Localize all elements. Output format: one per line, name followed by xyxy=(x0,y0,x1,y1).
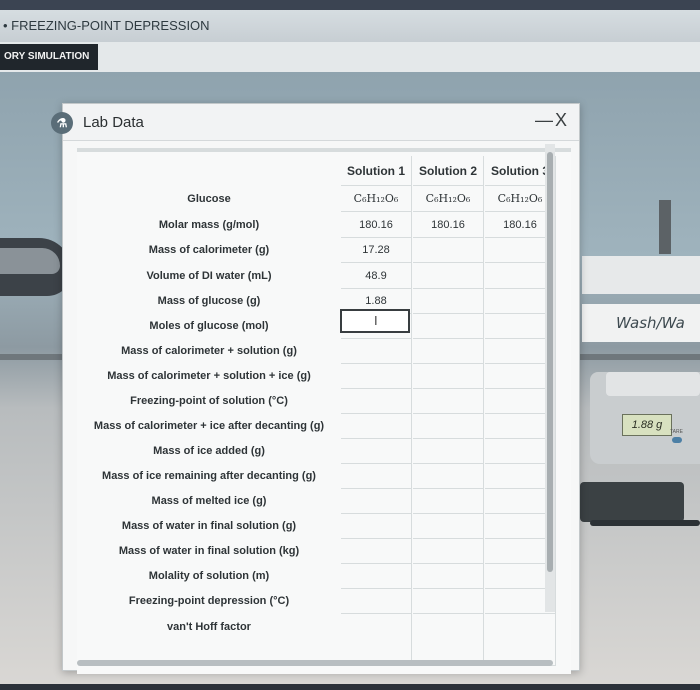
wash-label: Wash/Wa xyxy=(582,304,700,342)
page-title: • FREEZING-POINT DEPRESSION xyxy=(3,18,210,33)
row-label: Mass of water in final solution (g) xyxy=(121,520,297,532)
lab-data-table: Glucose Molar mass (g/mol) Mass of calorim… xyxy=(77,148,571,674)
row-label: Volume of DI water (mL) xyxy=(146,270,272,282)
row-label: Mass of ice remaining after decanting (g… xyxy=(102,470,316,482)
table-cell[interactable] xyxy=(413,439,484,464)
table-cell[interactable]: 180.16 xyxy=(413,212,484,238)
bottom-strip xyxy=(0,684,700,690)
table-cell[interactable] xyxy=(413,339,484,364)
table-cell[interactable] xyxy=(413,238,484,263)
simulation-label: ORY SIMULATION xyxy=(0,44,98,70)
table-cell[interactable] xyxy=(341,514,412,539)
row-label: Moles of glucose (mol) xyxy=(149,320,269,332)
table-cell[interactable]: 17.28 xyxy=(341,238,412,263)
table-cell[interactable]: 48.9 xyxy=(341,263,412,289)
row-label: Molality of solution (m) xyxy=(148,570,270,582)
table-cell[interactable] xyxy=(341,339,412,364)
table-cell[interactable] xyxy=(341,589,412,614)
row-label: Mass of calorimeter (g) xyxy=(148,244,270,256)
table-cell[interactable] xyxy=(413,589,484,614)
table-cell[interactable] xyxy=(341,464,412,489)
close-button[interactable]: X xyxy=(555,110,567,131)
table-cell[interactable] xyxy=(413,364,484,389)
row-label: van't Hoff factor xyxy=(167,621,251,633)
column-header: Solution 1 xyxy=(341,156,412,186)
window-title: Lab Data xyxy=(83,114,144,131)
table-cell[interactable] xyxy=(413,389,484,414)
row-label: Mass of water in final solution (kg) xyxy=(118,545,300,557)
row-label: Freezing-point depression (°C) xyxy=(128,595,290,607)
row-label: Molar mass (g/mol) xyxy=(158,219,260,231)
lab-data-window[interactable]: ⚗ Lab Data — X Glucose Molar mass (g/mol)… xyxy=(51,103,580,674)
table-cell[interactable] xyxy=(485,614,556,666)
horizontal-scrollbar[interactable] xyxy=(77,660,553,666)
table-cell[interactable] xyxy=(413,539,484,564)
row-label: Mass of calorimeter + ice after decantin… xyxy=(93,420,325,432)
table-cell[interactable] xyxy=(413,614,484,666)
ice-bowl-contents xyxy=(0,248,60,274)
row-label: Mass of ice added (g) xyxy=(153,445,265,457)
table-cell[interactable] xyxy=(413,289,484,314)
scale-display: 1.88 g xyxy=(622,414,672,436)
table-cell[interactable]: C₆H₁₂O₆ xyxy=(413,186,484,212)
scrollbar-thumb[interactable] xyxy=(547,152,553,572)
row-label: Mass of calorimeter + solution (g) xyxy=(121,345,297,357)
table-cell[interactable] xyxy=(413,564,484,589)
row-label: Glucose xyxy=(187,193,231,205)
table-cell[interactable]: C₆H₁₂O₆ xyxy=(341,186,412,212)
row-label: Mass of calorimeter + solution + ice (g) xyxy=(107,370,311,382)
table-cell[interactable] xyxy=(413,514,484,539)
column-header: Solution 2 xyxy=(413,156,484,186)
table-cell[interactable] xyxy=(341,414,412,439)
minimize-button[interactable]: — xyxy=(535,110,553,131)
hot-plate[interactable] xyxy=(580,482,684,522)
scale-plate[interactable] xyxy=(606,372,700,396)
table-cell[interactable] xyxy=(413,314,484,339)
table-cell[interactable] xyxy=(413,263,484,289)
table-cell[interactable] xyxy=(413,464,484,489)
window-header[interactable]: ⚗ Lab Data — X xyxy=(51,104,579,141)
flask-icon: ⚗ xyxy=(51,112,73,134)
row-label: Mass of glucose (g) xyxy=(157,295,261,307)
table-cell[interactable] xyxy=(341,439,412,464)
row-label: Mass of melted ice (g) xyxy=(151,495,267,507)
table-cell[interactable] xyxy=(341,489,412,514)
table-cell[interactable] xyxy=(341,364,412,389)
top-strip xyxy=(0,0,700,10)
title-bar: • FREEZING-POINT DEPRESSION xyxy=(0,10,700,43)
row-label: Freezing-point of solution (°C) xyxy=(130,395,288,407)
wash-station[interactable] xyxy=(582,256,700,294)
table-cell[interactable] xyxy=(413,489,484,514)
thermometer-stand[interactable] xyxy=(659,200,671,254)
table-cell[interactable] xyxy=(341,539,412,564)
tare-label: TARE xyxy=(670,429,683,435)
text-cursor-icon: I xyxy=(374,313,378,328)
table-cell[interactable] xyxy=(413,414,484,439)
table-cell[interactable] xyxy=(341,389,412,414)
moles-glucose-input[interactable]: I xyxy=(340,309,410,333)
tare-button[interactable] xyxy=(672,437,682,443)
table-cell[interactable] xyxy=(341,564,412,589)
table-cell[interactable]: 180.16 xyxy=(341,212,412,238)
device-cable xyxy=(590,520,700,526)
simulation-bar: ORY SIMULATION xyxy=(0,42,700,72)
table-cell[interactable] xyxy=(341,614,412,666)
